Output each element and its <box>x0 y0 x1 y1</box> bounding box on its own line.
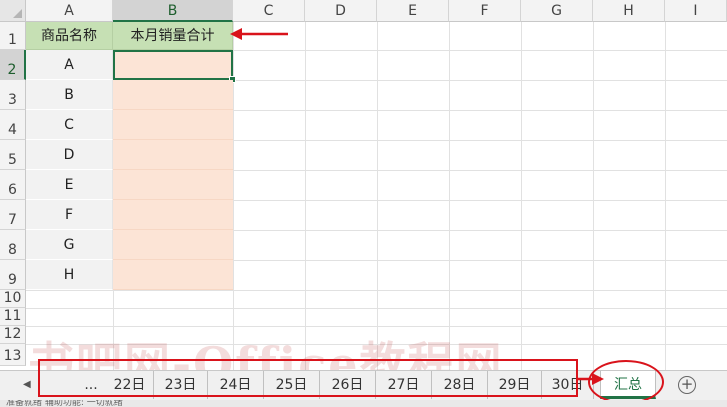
spreadsheet-grid: A B C D E F G H I 1 2 3 4 5 6 7 8 9 10 1… <box>0 0 727 370</box>
column-header-f[interactable]: F <box>449 0 521 22</box>
cell-b1-header[interactable]: 本月销量合计 <box>113 22 233 50</box>
cell-item-g[interactable]: G <box>26 230 113 260</box>
row-header-11[interactable]: 11 <box>0 308 26 326</box>
annotation-box <box>38 359 578 397</box>
column-header-h[interactable]: H <box>593 0 665 22</box>
row-header-5[interactable]: 5 <box>0 140 26 170</box>
cell-b3[interactable] <box>113 80 233 110</box>
column-header-c[interactable]: C <box>233 0 305 22</box>
cell-item-b[interactable]: B <box>26 80 113 110</box>
row-header-13[interactable]: 13 <box>0 344 26 366</box>
annotation-circle <box>588 360 664 404</box>
row-header-3[interactable]: 3 <box>0 80 26 110</box>
row-header-4[interactable]: 4 <box>0 110 26 140</box>
row-header-6[interactable]: 6 <box>0 170 26 200</box>
cell-b9[interactable] <box>113 260 233 290</box>
cell-b2-active[interactable] <box>113 50 233 80</box>
row-header-12[interactable]: 12 <box>0 326 26 344</box>
cell-b6[interactable] <box>113 170 233 200</box>
status-bar: 准备就绪 辅助功能: 一切就绪 <box>0 400 727 407</box>
row-header-2[interactable]: 2 <box>0 50 26 80</box>
cell-item-d[interactable]: D <box>26 140 113 170</box>
cell-b8[interactable] <box>113 230 233 260</box>
cell-item-f[interactable]: F <box>26 200 113 230</box>
cell-b7[interactable] <box>113 200 233 230</box>
row-header-1[interactable]: 1 <box>0 22 26 50</box>
column-header-d[interactable]: D <box>305 0 377 22</box>
column-header-i[interactable]: I <box>665 0 727 22</box>
column-header-b[interactable]: B <box>113 0 233 22</box>
column-header-a[interactable]: A <box>26 0 113 22</box>
row-header-9[interactable]: 9 <box>0 260 26 290</box>
row-header-8[interactable]: 8 <box>0 230 26 260</box>
cell-b5[interactable] <box>113 140 233 170</box>
cell-item-h[interactable]: H <box>26 260 113 290</box>
tab-scroll-left-icon[interactable]: ◀ <box>23 379 31 390</box>
cell-a1-header[interactable]: 商品名称 <box>26 22 113 50</box>
cell-b4[interactable] <box>113 110 233 140</box>
row-header-7[interactable]: 7 <box>0 200 26 230</box>
column-header-g[interactable]: G <box>521 0 593 22</box>
cell-item-a[interactable]: A <box>26 50 113 80</box>
annotation-arrow-icon <box>230 28 288 40</box>
column-header-e[interactable]: E <box>377 0 449 22</box>
row-header-10[interactable]: 10 <box>0 290 26 308</box>
cell-item-c[interactable]: C <box>26 110 113 140</box>
add-sheet-icon[interactable]: + <box>678 376 696 394</box>
cell-item-e[interactable]: E <box>26 170 113 200</box>
status-text: 准备就绪 辅助功能: 一切就绪 <box>6 400 123 407</box>
select-all-corner[interactable] <box>0 0 26 22</box>
